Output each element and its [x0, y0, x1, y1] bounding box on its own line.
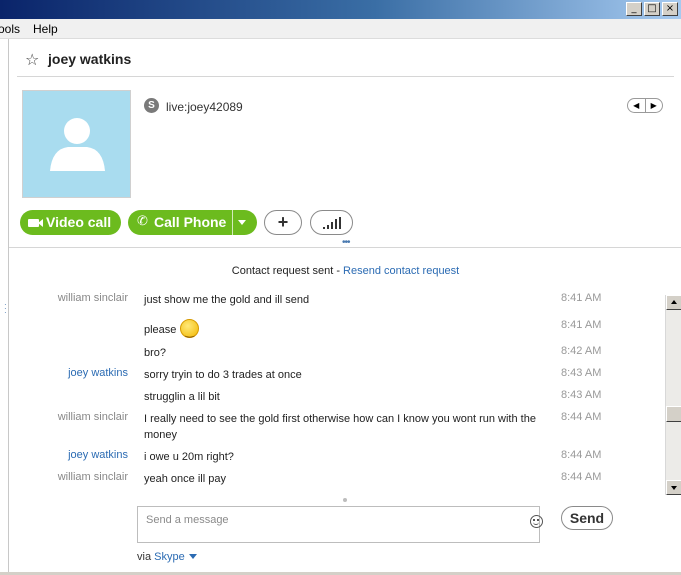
window-controls: _ □ × — [626, 2, 678, 16]
minimize-button[interactable]: _ — [626, 2, 642, 16]
via-service-selector[interactable]: via Skype — [137, 551, 197, 563]
video-call-button[interactable]: Video call — [20, 210, 121, 235]
message-row: strugglin a lil bit 8:43 AM — [9, 389, 665, 411]
message-row: bro? 8:42 AM — [9, 345, 665, 367]
emoticon-picker-icon[interactable] — [530, 515, 543, 528]
message-row: william sinclair I really need to see th… — [9, 411, 665, 447]
message-text: please — [144, 324, 177, 336]
message-time: 8:41 AM — [561, 319, 602, 331]
message-history: william sinclair just show me the gold a… — [9, 292, 665, 495]
header-bottom-divider — [9, 247, 681, 248]
notice-text: Contact request sent - — [231, 265, 344, 277]
maximize-button[interactable]: □ — [644, 2, 660, 16]
call-options-caret-icon[interactable] — [238, 220, 246, 225]
video-call-label: Video call — [46, 214, 112, 230]
call-phone-button[interactable]: ✆ Call Phone — [128, 210, 257, 235]
via-service-name[interactable]: Skype — [154, 551, 185, 563]
resize-grip-icon[interactable] — [343, 498, 347, 502]
message-row: joey watkins sorry tryin to do 3 trades … — [9, 367, 665, 389]
phone-icon: ✆ — [137, 214, 148, 229]
add-to-conversation-button[interactable]: + — [264, 210, 302, 235]
message-row: joey watkins i owe u 20m right? 8:44 AM — [9, 449, 665, 471]
message-text: yeah once ill pay — [144, 473, 226, 485]
message-text: bro? — [144, 347, 167, 359]
header-divider — [17, 76, 674, 77]
scrollbar-thumb[interactable] — [666, 406, 681, 422]
message-input-placeholder[interactable]: Send a message — [146, 514, 229, 526]
skype-id: live:joey42089 — [166, 100, 243, 114]
message-text: I really need to see the gold first othe… — [144, 413, 536, 441]
contact-name-heading: joey watkins — [48, 51, 132, 67]
next-arrow-icon[interactable]: ▶ — [646, 99, 663, 112]
scroll-down-arrow-icon[interactable] — [666, 480, 681, 495]
previous-arrow-icon[interactable]: ◀ — [628, 99, 646, 112]
menu-item-tools[interactable]: ools — [0, 22, 20, 36]
message-row: please 8:41 AM — [9, 319, 665, 341]
message-time: 8:43 AM — [561, 389, 602, 401]
message-sender: william sinclair — [57, 292, 128, 304]
message-sender: william sinclair — [57, 411, 128, 423]
service-dropdown-caret-icon[interactable] — [188, 554, 197, 559]
call-phone-label: Call Phone — [154, 214, 227, 230]
via-label: via — [137, 551, 155, 563]
video-camera-icon — [28, 219, 43, 227]
menu-bar: ools Help — [0, 19, 681, 39]
message-time: 8:42 AM — [561, 345, 602, 357]
message-row: william sinclair just show me the gold a… — [9, 292, 665, 314]
message-text: i owe u 20m right? — [144, 451, 234, 463]
message-time: 8:41 AM — [561, 292, 602, 304]
profile-pager: ◀ ▶ — [627, 98, 663, 113]
resend-contact-request-link[interactable]: Resend contact request — [343, 265, 459, 277]
message-text: sorry tryin to do 3 trades at once — [144, 369, 302, 381]
scroll-up-arrow-icon[interactable] — [666, 295, 681, 310]
signal-bars-icon — [323, 217, 341, 229]
send-button[interactable]: Send — [561, 506, 613, 530]
sidebar-collapse-handle-icon[interactable]: · · · — [4, 301, 8, 317]
conversation-panel: ☆ joey watkins S live:joey42089 ◀ ▶ Vide… — [8, 39, 681, 575]
message-text-container: please — [144, 319, 544, 340]
message-text: just show me the gold and ill send — [144, 294, 310, 306]
message-text: strugglin a lil bit — [144, 391, 220, 403]
message-compose-box[interactable]: Send a message — [137, 506, 543, 543]
favorite-star-icon[interactable]: ☆ — [25, 50, 39, 69]
call-button-divider — [232, 210, 233, 235]
skype-status-icon: S — [144, 98, 159, 113]
message-time: 8:44 AM — [561, 471, 602, 483]
menu-item-help[interactable]: Help — [33, 22, 58, 36]
message-sender: joey watkins — [68, 449, 128, 461]
message-time: 8:43 AM — [561, 367, 602, 379]
window-titlebar: _ □ × — [0, 0, 681, 19]
message-sender: william sinclair — [57, 471, 128, 483]
contact-request-notice: Contact request sent - Resend contact re… — [9, 265, 681, 277]
message-time: 8:44 AM — [561, 411, 602, 423]
default-person-icon — [50, 118, 105, 171]
message-sender: joey watkins — [68, 367, 128, 379]
close-button[interactable]: × — [662, 2, 678, 16]
smile-emoticon-icon — [180, 319, 200, 340]
message-scrollbar[interactable] — [665, 295, 681, 495]
message-row: william sinclair yeah once ill pay 8:44 … — [9, 471, 665, 493]
call-quality-button[interactable] — [310, 210, 353, 235]
message-time: 8:44 AM — [561, 449, 602, 461]
avatar — [22, 90, 131, 198]
